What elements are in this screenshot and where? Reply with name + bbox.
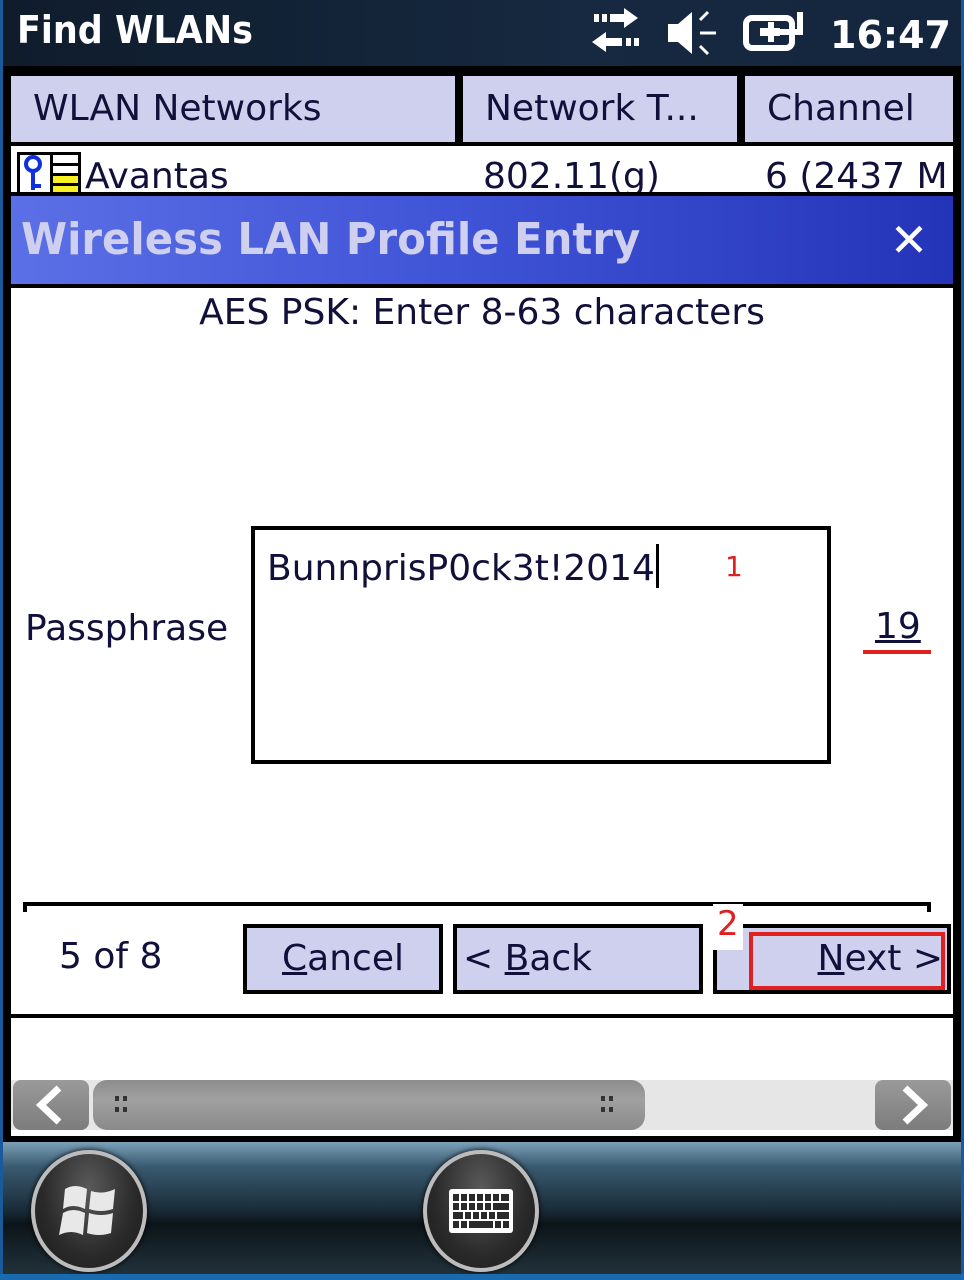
dialog-title-bar: Wireless LAN Profile Entry ✕ [11, 196, 953, 284]
column-header-wlan-networks[interactable]: WLAN Networks [11, 76, 455, 142]
step-indicator: 5 of 8 [59, 936, 163, 977]
wlan-list: WLAN Networks Network T... Channel Avant… [3, 66, 961, 194]
passphrase-label: Passphrase [25, 608, 229, 649]
list-item[interactable]: Avantas 802.11(g) 6 (2437 M [11, 146, 953, 192]
start-button[interactable] [31, 1150, 147, 1272]
windows-logo-icon [59, 1186, 115, 1235]
chevron-right-icon [902, 1085, 929, 1125]
status-icons: 16:47 [586, 8, 951, 62]
dialog-title: Wireless LAN Profile Entry [21, 214, 641, 265]
frame-edge [0, 1274, 964, 1280]
app-title: Find WLANs [17, 8, 253, 52]
status-bar: Find WLANs 16:47 [3, 0, 961, 66]
grip-icon [115, 1096, 129, 1114]
scroll-right-button[interactable] [875, 1080, 951, 1130]
divider [23, 902, 931, 906]
horizontal-scrollbar[interactable] [11, 1080, 953, 1130]
chevron-left-icon [35, 1085, 62, 1125]
data-transfer-icon[interactable] [586, 8, 644, 62]
text-caret [655, 544, 659, 588]
column-header-channel[interactable]: Channel [745, 76, 953, 142]
passphrase-value: BunnprisP0ck3t!2014 [267, 544, 659, 589]
character-count: 19 [875, 606, 921, 647]
cancel-button[interactable]: Cancel [243, 924, 443, 994]
battery-charging-icon[interactable] [742, 8, 808, 62]
network-type: 802.11(g) [483, 156, 660, 192]
divider [11, 1014, 953, 1018]
keyboard-button[interactable] [423, 1150, 539, 1272]
key-signal-icon [17, 152, 81, 192]
clock[interactable]: 16:47 [830, 13, 951, 57]
instruction-text: AES PSK: Enter 8-63 characters [199, 292, 765, 333]
network-name: Avantas [85, 156, 229, 192]
next-button[interactable]: Next > [713, 924, 951, 994]
scrollbar-thumb[interactable] [93, 1080, 645, 1130]
annotation-marker-1: 1 [725, 550, 743, 583]
close-button[interactable]: ✕ [885, 216, 933, 264]
divider [11, 284, 953, 288]
passphrase-input[interactable]: BunnprisP0ck3t!2014 1 [251, 526, 831, 764]
divider-tick [927, 902, 931, 912]
column-header-network-type[interactable]: Network T... [463, 76, 737, 142]
taskbar [3, 1142, 961, 1278]
divider-tick [23, 902, 27, 912]
keyboard-icon [449, 1189, 513, 1233]
network-channel: 6 (2437 M [765, 156, 948, 192]
back-button[interactable]: < Back [453, 924, 703, 994]
speaker-muted-icon[interactable] [666, 8, 720, 62]
wlan-profile-dialog: Wireless LAN Profile Entry ✕ AES PSK: En… [11, 196, 953, 1136]
grip-icon [601, 1096, 615, 1114]
scroll-left-button[interactable] [13, 1080, 89, 1130]
close-icon: ✕ [889, 213, 929, 267]
screen: Find WLANs 16:47 WLAN Networks Network T… [3, 0, 961, 1280]
annotation-marker-2: 2 [717, 904, 739, 944]
annotation-underline [863, 650, 931, 654]
